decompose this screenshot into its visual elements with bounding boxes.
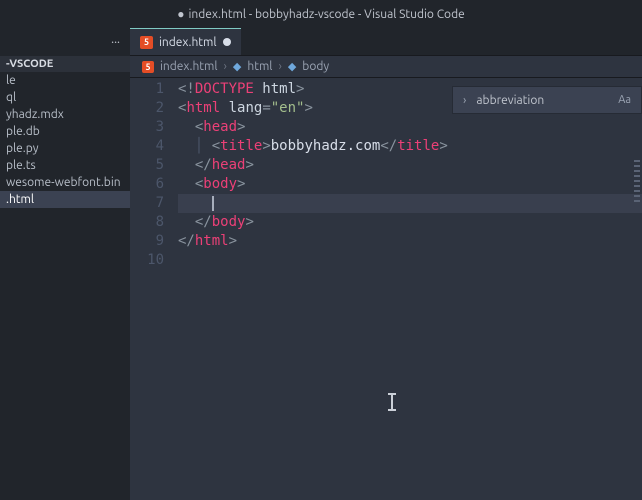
code-line[interactable]: </html>: [178, 232, 642, 251]
code-line[interactable]: </body>: [178, 213, 642, 232]
title-bar: ● index.html - bobbyhadz-vscode - Visual…: [0, 0, 642, 28]
chevron-right-icon: ›: [224, 60, 227, 73]
explorer-folder-name[interactable]: -VSCODE: [0, 56, 130, 72]
sidebar-item[interactable]: ple.ts: [0, 157, 130, 174]
suggest-text: abbreviation: [476, 94, 544, 107]
sidebar-item[interactable]: ple.db: [0, 123, 130, 140]
line-number: 9: [130, 232, 164, 251]
tab-bar: 5 index.html: [130, 28, 642, 56]
explorer-sidebar: ··· -VSCODE leqlyhadz.mdxple.dbple.pyple…: [0, 28, 130, 500]
match-case-icon[interactable]: Aa: [618, 94, 631, 106]
ellipsis-icon[interactable]: ···: [111, 36, 120, 49]
code-line[interactable]: <body>: [178, 175, 642, 194]
minimap[interactable]: [634, 160, 640, 205]
code-line[interactable]: │ <title>bobbyhadz.com</title>: [178, 137, 642, 156]
line-number: 1: [130, 80, 164, 99]
breadcrumbs[interactable]: 5 index.html › ◆ html › ◆ body: [130, 56, 642, 78]
main-area: ··· -VSCODE leqlyhadz.mdxple.dbple.pyple…: [0, 28, 642, 500]
line-number: 5: [130, 156, 164, 175]
line-number-gutter: 12345678910: [130, 78, 178, 500]
line-number: 2: [130, 99, 164, 118]
chevron-right-icon: ›: [278, 60, 281, 73]
sidebar-item[interactable]: wesome-webfont.bin: [0, 174, 130, 191]
modified-dot-icon: [223, 38, 231, 46]
modified-dot-icon: ●: [177, 7, 184, 21]
line-number: 6: [130, 175, 164, 194]
code-line[interactable]: [178, 251, 642, 270]
breadcrumb-file[interactable]: index.html: [160, 60, 218, 73]
html5-icon: 5: [142, 61, 154, 73]
editor-area: 5 index.html 5 index.html › ◆ html › ◆ b…: [130, 28, 642, 500]
window-title: index.html - bobbyhadz-vscode - Visual S…: [189, 8, 465, 21]
html5-icon: 5: [140, 36, 153, 49]
sidebar-item[interactable]: .html: [0, 191, 130, 208]
tab-label: index.html: [159, 36, 217, 49]
code-line[interactable]: </head>: [178, 156, 642, 175]
explorer-actions[interactable]: ···: [0, 28, 130, 56]
code-line[interactable]: <head>: [178, 118, 642, 137]
suggest-widget[interactable]: › abbreviation Aa: [452, 86, 642, 114]
line-number: 8: [130, 213, 164, 232]
sidebar-item[interactable]: yhadz.mdx: [0, 106, 130, 123]
line-number: 4: [130, 137, 164, 156]
element-icon: ◆: [288, 60, 296, 73]
element-icon: ◆: [233, 60, 241, 73]
sidebar-item[interactable]: le: [0, 72, 130, 89]
tab-index-html[interactable]: 5 index.html: [130, 28, 241, 55]
line-number: 7: [130, 194, 164, 213]
line-number: 10: [130, 251, 164, 270]
breadcrumb-html[interactable]: html: [247, 60, 272, 73]
sidebar-item[interactable]: ql: [0, 89, 130, 106]
sidebar-item[interactable]: ple.py: [0, 140, 130, 157]
code-editor[interactable]: 12345678910 <!DOCTYPE html><html lang="e…: [130, 78, 642, 500]
code-content[interactable]: <!DOCTYPE html><html lang="en"> <head> │…: [178, 78, 642, 500]
line-number: 3: [130, 118, 164, 137]
chevron-right-icon[interactable]: ›: [463, 94, 466, 107]
breadcrumb-body[interactable]: body: [302, 60, 329, 73]
